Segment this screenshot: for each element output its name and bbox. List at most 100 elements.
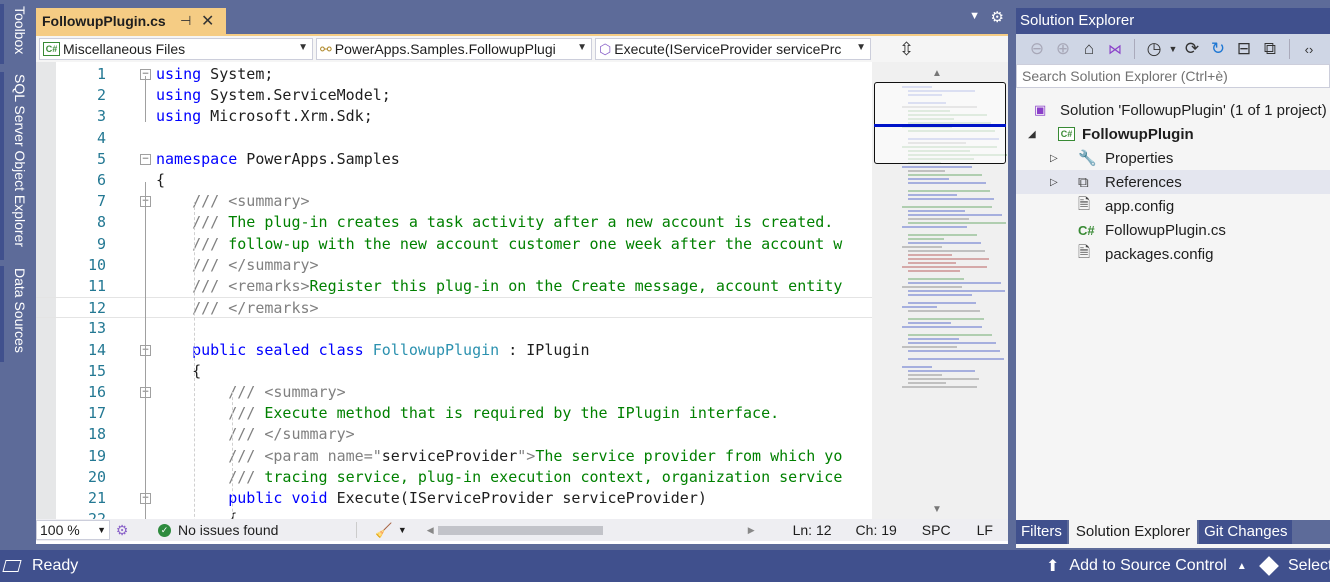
zoom-dropdown[interactable]: 100 % ▼	[36, 520, 110, 540]
sync-icon[interactable]: ⟳	[1179, 39, 1205, 59]
code-view-icon[interactable]: ‹›	[1296, 42, 1322, 57]
minimap-line	[908, 242, 981, 244]
code-line[interactable]: 2 using System.ServiceModel;	[36, 85, 872, 106]
chevron-down-icon[interactable]: ▼	[398, 525, 407, 535]
show-all-files-icon[interactable]: ⧉	[1257, 39, 1283, 59]
collapsed-triangle-icon[interactable]: ▷	[1050, 177, 1058, 188]
back-icon[interactable]: ⊖	[1024, 39, 1050, 59]
line-number: 14	[87, 340, 106, 359]
code-line[interactable]: 4	[36, 128, 872, 149]
tree-item-properties[interactable]: ▷ 🔧 Properties	[1016, 146, 1330, 170]
issues-text: No issues found	[178, 522, 279, 538]
tree-item-references[interactable]: ▷ ⧉ References	[1016, 170, 1330, 194]
code-line[interactable]: 6{	[36, 170, 872, 191]
code-line[interactable]: 11 /// <remarks>Register this plug-in on…	[36, 276, 872, 297]
minimap-line	[908, 210, 965, 212]
member-dropdown[interactable]: ⬡ Execute(IServiceProvider servicePrc ▼	[595, 38, 871, 60]
intellicode-icon[interactable]: ⚙	[112, 522, 132, 539]
code-line[interactable]: 18 /// </summary>	[36, 424, 872, 445]
line-number: 12	[87, 299, 106, 318]
refresh-icon[interactable]: ↻	[1205, 39, 1231, 59]
close-icon[interactable]: ✕	[200, 11, 216, 31]
code-line[interactable]: 22 {	[36, 509, 872, 519]
code-line[interactable]: 14− public sealed class FollowupPlugin :…	[36, 340, 872, 361]
method-cube-icon: ⬡	[599, 40, 612, 57]
code-line[interactable]: 13	[36, 318, 872, 339]
solution-explorer-toolbar: ⊖ ⊕ ⌂ ⋈ ◷ ▼ ⟳ ↻ ⊟ ⧉ ‹›	[1016, 34, 1330, 64]
code-line[interactable]: 5 − namespace PowerApps.Samples	[36, 149, 872, 170]
project-dropdown[interactable]: C# Miscellaneous Files ▼	[39, 38, 313, 60]
line-number: 13	[87, 319, 106, 338]
line-number-indicator[interactable]: Ln: 12	[793, 522, 832, 538]
forward-icon[interactable]: ⊕	[1050, 39, 1076, 59]
code-line[interactable]: 16− /// <summary>	[36, 382, 872, 403]
select-repository-button[interactable]: Select	[1259, 556, 1330, 576]
divider	[356, 522, 358, 538]
code-line[interactable]: 17 /// Execute method that is required b…	[36, 403, 872, 424]
tree-item-solution[interactable]: ▣ Solution 'FollowupPlugin' (1 of 1 proj…	[1016, 98, 1330, 122]
scroll-up-icon[interactable]: ▲	[932, 68, 942, 79]
toolbar-divider	[1134, 39, 1135, 59]
collapsed-triangle-icon[interactable]: ▷	[1050, 153, 1058, 164]
data-sources-tab[interactable]: Data Sources	[0, 266, 28, 362]
sql-server-object-explorer-tab[interactable]: SQL Server Object Explorer	[0, 72, 28, 260]
code-line[interactable]: 15 {	[36, 361, 872, 382]
code-line[interactable]: 20 /// tracing service, plug-in executio…	[36, 467, 872, 488]
scroll-right-icon[interactable]: ▶	[748, 525, 755, 536]
tree-item-packages-config[interactable]: 🗎 packages.config	[1016, 242, 1330, 266]
project-dropdown-value: Miscellaneous Files	[63, 41, 186, 57]
code-line[interactable]: 9 /// follow-up with the new account cus…	[36, 234, 872, 255]
scroll-left-icon[interactable]: ◀	[427, 525, 434, 536]
toolbox-label: Toolbox	[12, 6, 28, 55]
horizontal-scroll-thumb[interactable]	[437, 526, 603, 535]
tree-item-followupplugin-cs[interactable]: C# FollowupPlugin.cs	[1016, 218, 1330, 242]
code-line[interactable]: 8 /// The plug-in creates a task activit…	[36, 212, 872, 233]
tab-filters[interactable]: Filters	[1016, 520, 1067, 544]
code-line[interactable]: 21− public void Execute(IServiceProvider…	[36, 488, 872, 509]
pin-icon[interactable]: ⊣	[178, 13, 194, 29]
vertical-scrollbar-minimap[interactable]: ▲ ▼	[872, 62, 1008, 519]
code-text-area[interactable]: 1− using System; 2 using System.ServiceMode…	[36, 62, 872, 519]
switch-views-icon[interactable]: ⋈	[1102, 41, 1128, 58]
tab-solution-explorer[interactable]: Solution Explorer	[1068, 520, 1198, 544]
code-line[interactable]: 12 /// </remarks>	[36, 297, 872, 319]
code-line[interactable]: 10 /// </summary>	[36, 255, 872, 276]
tab-git-changes[interactable]: Git Changes	[1199, 520, 1293, 544]
minimap-line	[908, 382, 946, 384]
home-icon[interactable]: ⌂	[1076, 39, 1102, 59]
line-ending-indicator[interactable]: LF	[977, 522, 993, 538]
horizontal-scrollbar[interactable]	[437, 522, 748, 538]
code-cleanup-broom-icon[interactable]: 🧹	[375, 522, 392, 539]
tab-list-dropdown-icon[interactable]: ▼	[969, 10, 980, 22]
code-line[interactable]: 3 using Microsoft.Xrm.Sdk;	[36, 106, 872, 127]
tree-item-label: FollowupPlugin.cs	[1105, 221, 1226, 239]
column-indicator[interactable]: Ch: 19	[856, 522, 897, 538]
tree-item-project[interactable]: ◢ C# FollowupPlugin	[1016, 122, 1330, 146]
collapse-all-icon[interactable]: ⊟	[1231, 39, 1257, 59]
tab-indicator	[0, 266, 4, 362]
scroll-down-icon[interactable]: ▼	[932, 504, 942, 515]
toolbox-tab[interactable]: Toolbox	[0, 4, 28, 64]
minimap-line	[908, 238, 944, 240]
gear-icon[interactable]: ⚙	[991, 8, 1004, 26]
indentation-indicator[interactable]: SPC	[922, 522, 951, 538]
chevron-down-icon[interactable]: ▼	[1167, 44, 1179, 54]
solution-explorer-search-input[interactable]: Search Solution Explorer (Ctrl+è)	[1016, 64, 1330, 88]
minimap-viewport[interactable]	[874, 82, 1006, 164]
code-line[interactable]: 7− /// <summary>	[36, 191, 872, 212]
minimap-line	[902, 206, 992, 208]
collapse-region-icon[interactable]: −	[140, 153, 151, 165]
expanded-triangle-icon[interactable]: ◢	[1028, 129, 1036, 140]
minimap-line	[908, 278, 964, 280]
split-window-icon[interactable]: ⇳	[899, 39, 914, 60]
code-line[interactable]: 19 /// <param name="serviceProvider">The…	[36, 446, 872, 467]
document-tab[interactable]: FollowupPlugin.cs ⊣ ✕	[36, 8, 226, 34]
type-dropdown[interactable]: ⚯ PowerApps.Samples.FollowupPlugi ▼	[316, 38, 592, 60]
tree-item-app-config[interactable]: 🗎 app.config	[1016, 194, 1330, 218]
code-line[interactable]: 1− using System;	[36, 64, 872, 85]
add-to-source-control-button[interactable]: ⬆ Add to Source Control ▲	[1046, 556, 1247, 576]
line-number: 15	[87, 361, 106, 380]
issues-indicator[interactable]: ✓ No issues found	[158, 522, 278, 538]
pending-changes-filter-icon[interactable]: ◷	[1141, 39, 1167, 59]
document-tab-title: FollowupPlugin.cs	[42, 13, 166, 29]
